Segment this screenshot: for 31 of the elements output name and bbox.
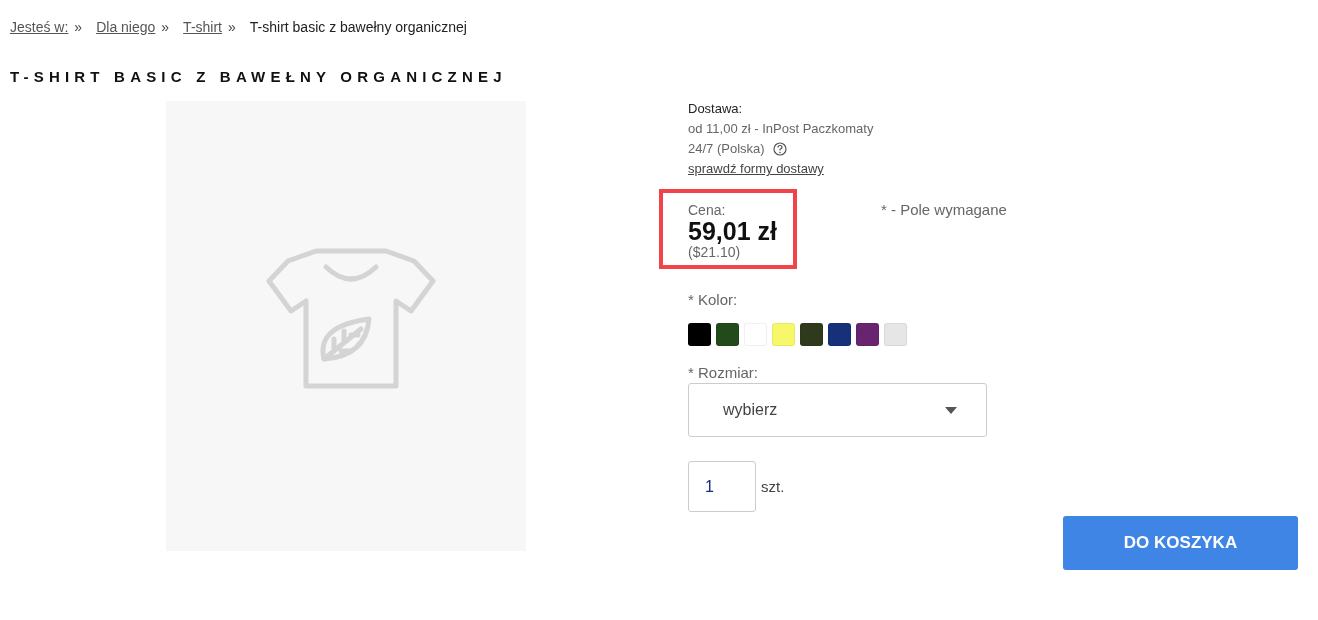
breadcrumb-link[interactable]: Jesteś w: [10,19,69,35]
color-swatch[interactable] [716,323,739,346]
size-select[interactable]: wybierz [688,383,987,437]
delivery-label: Dostawa: [688,101,743,116]
breadcrumb-separator: » [161,19,170,35]
breadcrumb-current: T-shirt basic z bawełny organicznej [249,19,467,35]
delivery-link[interactable]: sprawdź formy dostawy [688,161,824,176]
quantity-field[interactable]: 1 [688,461,756,512]
color-swatch[interactable] [828,323,851,346]
color-swatch[interactable] [884,323,907,346]
breadcrumb-link[interactable]: T-shirt [183,19,222,35]
product-title: T-SHIRT BASIC Z BAWEŁNY ORGANICZNEJ [10,68,508,85]
breadcrumb-link[interactable]: Dla niego [96,19,156,35]
breadcrumb-separator: » [228,19,236,35]
required-note: * - Pole wymagane [881,201,1007,218]
size-label: * Rozmiar: [688,364,758,381]
color-swatch[interactable] [772,323,795,346]
color-swatch[interactable] [688,323,711,346]
delivery-region: 24/7 (Polska) [688,141,765,156]
help-icon[interactable] [772,141,787,156]
price-alt-currency: ($21.10) [688,245,741,259]
add-to-cart-button[interactable]: DO KOSZYKA [1063,516,1298,570]
color-swatch[interactable] [800,323,823,346]
color-label: * Kolor: [688,291,738,308]
color-swatch[interactable] [856,323,879,346]
quantity-unit: szt. [761,478,785,495]
breadcrumb-separator: » [74,19,83,35]
price-label: Cena: [688,202,726,218]
delivery-option: od 11,00 zł - InPost Paczkomaty [688,121,874,136]
caret-icon [945,406,957,414]
price: 59,01 zł [688,218,777,245]
